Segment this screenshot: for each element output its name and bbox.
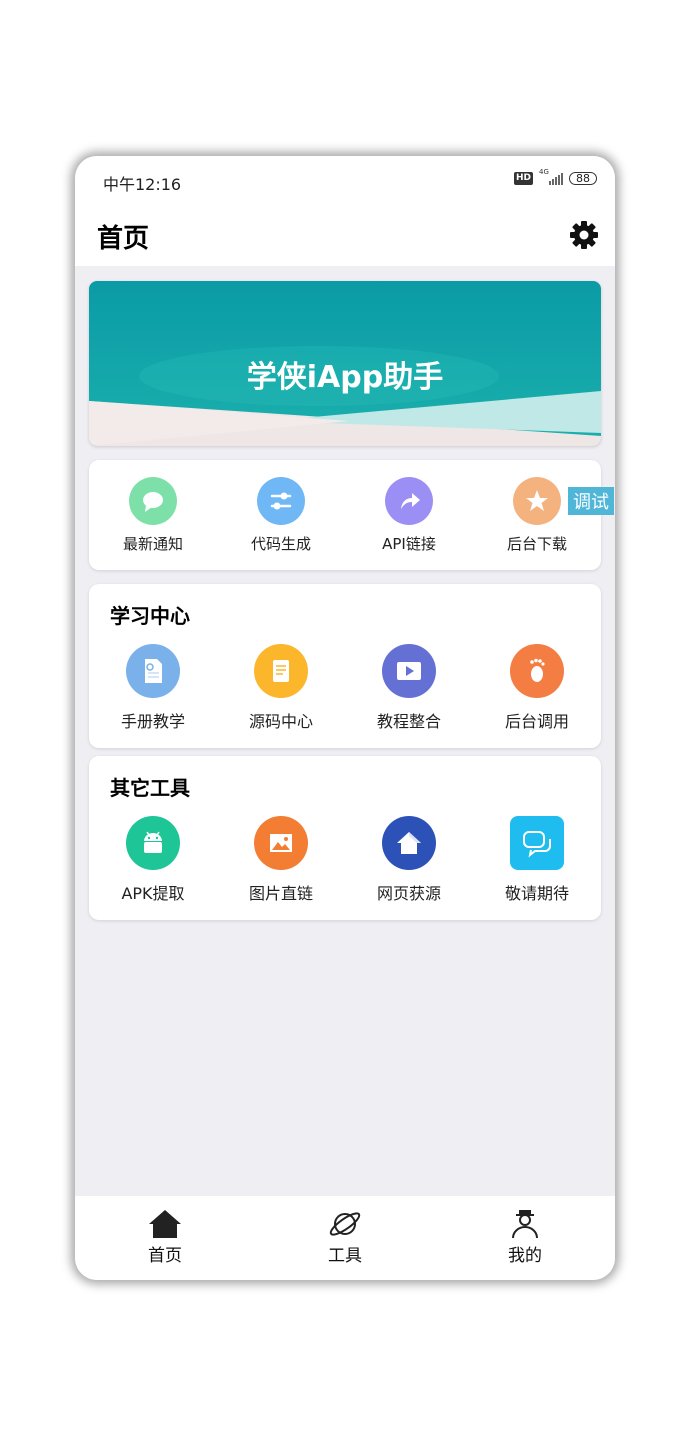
item-label: 手册教学 bbox=[120, 712, 185, 731]
item-label: 敬请期待 bbox=[504, 884, 569, 903]
planet-icon bbox=[329, 1212, 361, 1236]
debug-button[interactable]: 调试 bbox=[568, 487, 614, 515]
nav-mine[interactable]: 我的 bbox=[435, 1196, 615, 1280]
signal-icon: 4G bbox=[539, 168, 563, 185]
status-bar: 中午12:16 HD 4G 88 bbox=[75, 156, 615, 206]
chat-bubble-icon bbox=[129, 477, 177, 525]
banner[interactable]: 学侠iApp助手 bbox=[89, 281, 601, 446]
house-icon bbox=[382, 816, 436, 870]
hd-icon: HD bbox=[513, 171, 533, 185]
tool-web-source[interactable]: 网页获源 bbox=[345, 816, 473, 904]
nav-label: 我的 bbox=[508, 1246, 542, 1266]
phone-frame: 中午12:16 HD 4G 88 首页 学侠iApp助手 最新通知 代码生成 A… bbox=[75, 156, 615, 1280]
nav-label: 工具 bbox=[328, 1246, 362, 1266]
quick-actions-card: 最新通知 代码生成 API链接 后台下载 bbox=[89, 460, 601, 570]
other-tools-card: 其它工具 APK提取 图片直链 网页获源 敬请期待 bbox=[89, 756, 601, 920]
tool-coming-soon[interactable]: 敬请期待 bbox=[473, 816, 601, 904]
item-tutorials[interactable]: 教程整合 bbox=[345, 644, 473, 732]
item-source-center[interactable]: 源码中心 bbox=[217, 644, 345, 732]
quick-label: 代码生成 bbox=[250, 535, 311, 553]
bottom-nav: 首页 工具 我的 bbox=[75, 1196, 615, 1280]
quick-label: API链接 bbox=[382, 535, 436, 553]
note-icon bbox=[254, 644, 308, 698]
manual-doc-icon bbox=[126, 644, 180, 698]
status-icons: HD 4G 88 bbox=[513, 168, 597, 185]
tool-image-link[interactable]: 图片直链 bbox=[217, 816, 345, 904]
item-backend-call[interactable]: 后台调用 bbox=[473, 644, 601, 732]
network-type: 4G bbox=[539, 168, 549, 176]
footprint-icon bbox=[510, 644, 564, 698]
nav-label: 首页 bbox=[148, 1246, 182, 1266]
gear-icon[interactable] bbox=[569, 220, 599, 250]
nav-home[interactable]: 首页 bbox=[75, 1196, 255, 1280]
item-label: APK提取 bbox=[121, 884, 185, 903]
item-label: 图片直链 bbox=[248, 884, 313, 903]
app-header: 首页 bbox=[75, 206, 615, 266]
image-icon bbox=[254, 816, 308, 870]
banner-title: 学侠iApp助手 bbox=[247, 360, 443, 395]
status-time: 中午12:16 bbox=[103, 175, 182, 194]
quick-latest-notice[interactable]: 最新通知 bbox=[89, 477, 217, 554]
home-icon bbox=[149, 1210, 181, 1238]
battery-icon: 88 bbox=[569, 171, 597, 185]
star-icon bbox=[513, 477, 561, 525]
sliders-icon bbox=[257, 477, 305, 525]
tool-apk-extract[interactable]: APK提取 bbox=[89, 816, 217, 904]
nav-tools[interactable]: 工具 bbox=[255, 1196, 435, 1280]
quick-label: 最新通知 bbox=[122, 535, 183, 553]
video-play-icon bbox=[382, 644, 436, 698]
chat-bubbles-icon bbox=[510, 816, 564, 870]
person-icon bbox=[512, 1210, 538, 1239]
item-label: 教程整合 bbox=[376, 712, 441, 731]
learning-center-card: 学习中心 手册教学 源码中心 教程整合 后台调用 bbox=[89, 584, 601, 748]
share-arrow-icon bbox=[385, 477, 433, 525]
quick-label: 后台下载 bbox=[506, 535, 567, 553]
android-icon bbox=[126, 816, 180, 870]
section-title: 学习中心 bbox=[110, 604, 190, 628]
item-label: 后台调用 bbox=[504, 712, 569, 731]
section-title: 其它工具 bbox=[110, 776, 190, 800]
banner-image: 学侠iApp助手 bbox=[89, 281, 601, 446]
quick-code-gen[interactable]: 代码生成 bbox=[217, 477, 345, 554]
item-label: 源码中心 bbox=[248, 712, 313, 731]
quick-api-link[interactable]: API链接 bbox=[345, 477, 473, 554]
item-label: 网页获源 bbox=[376, 884, 441, 903]
page-title: 首页 bbox=[97, 224, 150, 254]
item-manual[interactable]: 手册教学 bbox=[89, 644, 217, 732]
